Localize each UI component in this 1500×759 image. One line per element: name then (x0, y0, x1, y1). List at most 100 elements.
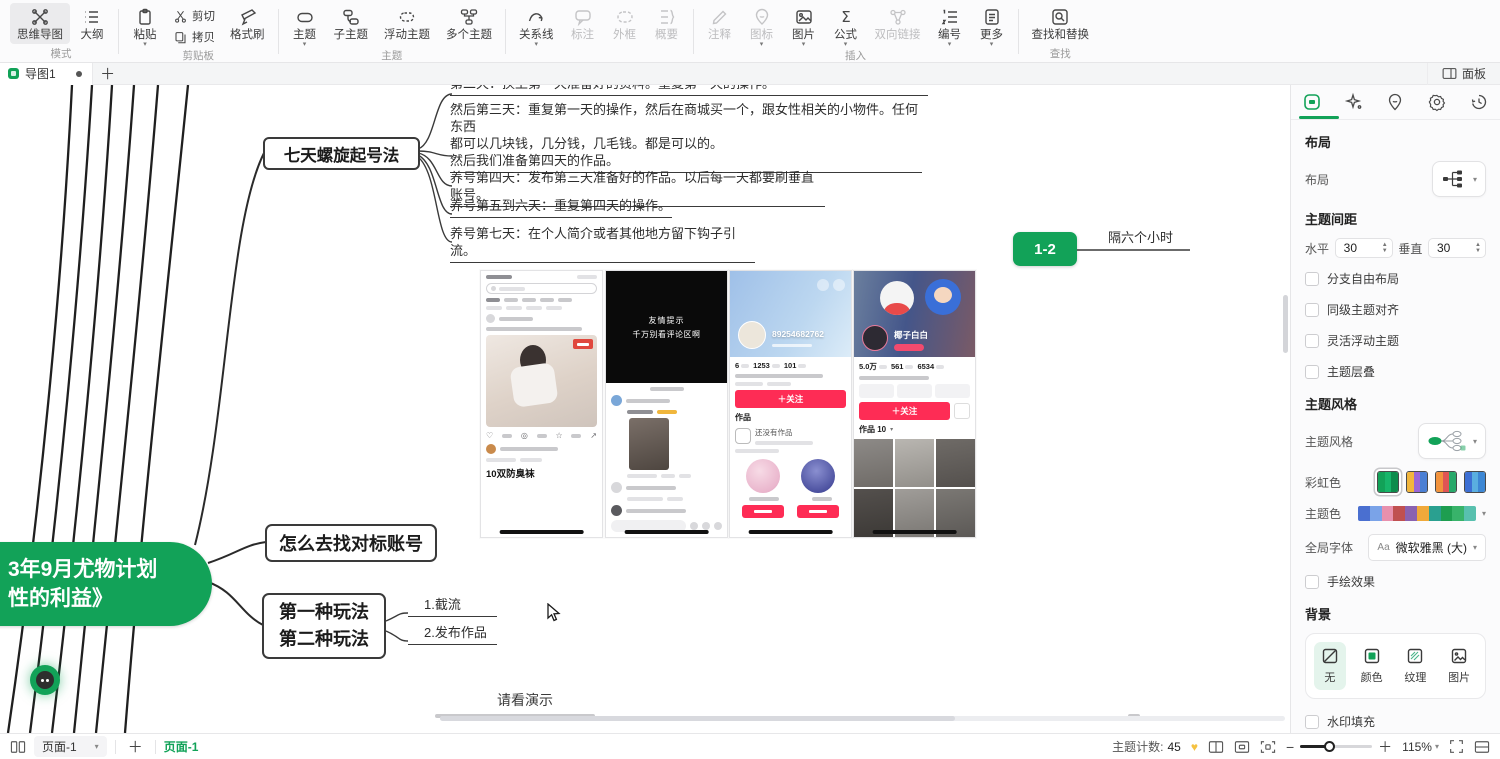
photo-thumbnail (486, 335, 597, 427)
checkbox-flexible-floating[interactable]: 灵活浮动主题 (1305, 332, 1486, 349)
canvas-horizontal-scrollbar[interactable] (440, 716, 1285, 721)
split-view-icon[interactable] (1474, 740, 1490, 754)
fit-map-icon[interactable] (1234, 740, 1250, 754)
mindmap-mode-button[interactable]: 思维导图 (10, 3, 70, 44)
zoom-slider-thumb[interactable] (1324, 741, 1335, 752)
panel-toggle-button[interactable]: 面板 (1427, 63, 1500, 85)
rainbow-color-label: 彩虹色 (1305, 474, 1341, 491)
tab-marker-pin[interactable] (1375, 85, 1417, 119)
new-tab-button[interactable]: ＋ (93, 63, 123, 84)
relation-line-button[interactable]: 关系线 ▾ (512, 3, 561, 50)
theme-color-strip[interactable] (1358, 506, 1476, 521)
pages-overview-icon[interactable] (10, 740, 26, 754)
page-layout-icon[interactable] (1208, 740, 1224, 754)
embedded-screenshot-search-page[interactable]: ♡ ◎ ☆ ↗ 10双防臭袜 (480, 270, 603, 538)
tab-ai[interactable] (1333, 85, 1375, 119)
central-topic-node[interactable]: 3年9月尤物计划 性的利益》 (0, 542, 212, 626)
formula-button[interactable]: Σ 公式 ▾ (826, 3, 866, 50)
tab-style[interactable] (1291, 85, 1333, 119)
tab-sticker[interactable] (1416, 85, 1458, 119)
global-font-dropdown[interactable]: Aa 微软雅黑 (大) ▾ (1368, 534, 1486, 561)
note-button[interactable]: 注释 (700, 3, 740, 44)
zoom-out-button[interactable]: − (1286, 742, 1294, 752)
topic-node-intercept[interactable]: 1.截流 (408, 596, 497, 617)
numbering-button[interactable]: 编号 ▾ (930, 3, 970, 50)
twoway-link-button[interactable]: 双向链接 (868, 3, 928, 44)
document-tab[interactable]: 导图1 (0, 63, 93, 85)
checkbox-icon (1305, 303, 1319, 317)
profile-header: 89254682762 (730, 271, 851, 357)
presenter-badge[interactable] (30, 665, 60, 695)
canvas-vertical-scrollbar[interactable] (1283, 295, 1288, 353)
rainbow-swatch-blue[interactable] (1464, 471, 1486, 493)
image-button[interactable]: 图片 ▾ (784, 3, 824, 50)
page-tab[interactable]: 页面-1 (164, 738, 199, 755)
outline-mode-button[interactable]: 大纲 (72, 3, 112, 44)
topic-node-play-methods[interactable]: 第一种玩法 第二种玩法 (262, 593, 386, 659)
rainbow-swatch-warm[interactable] (1435, 471, 1457, 493)
horizontal-spacing-stepper[interactable]: 30 ▲▼ (1335, 238, 1393, 258)
marker-button[interactable]: 图标 ▾ (742, 3, 782, 50)
mindmap-canvas[interactable]: 3年9月尤物计划 性的利益》 七天螺旋起号法 第二天：换上第一天准备好的资料。重… (0, 85, 1290, 733)
copy-button[interactable]: 拷贝 (167, 28, 221, 46)
callout-button[interactable]: 标注 (563, 3, 603, 44)
zoom-in-button[interactable]: ＋ (1378, 742, 1392, 752)
topic-button[interactable]: 主题 ▾ (285, 3, 325, 50)
topic-node-day5-6[interactable]: 养号第五到六天：重复第四天的操作。 (450, 197, 672, 218)
checkbox-handdrawn-effect[interactable]: 手绘效果 (1305, 573, 1486, 590)
profile-username: 89254682762 (772, 329, 824, 339)
checkbox-topic-overlap[interactable]: 主题层叠 (1305, 363, 1486, 380)
topic-node-day2[interactable]: 第二天：换上第一天准备好的资料。重复第一天的操作。 (450, 85, 928, 96)
center-map-icon[interactable] (1260, 740, 1276, 754)
find-replace-button[interactable]: 查找和替换 (1025, 3, 1097, 44)
comment-icon: ◎ (521, 431, 528, 440)
topic-node-day3[interactable]: 然后第三天：重复第一天的操作，然后在商城买一个，跟女性相关的小物件。任何东西 都… (450, 101, 922, 173)
rainbow-swatch-mixed[interactable] (1406, 471, 1428, 493)
topic-text: 怎么去找对标账号 (279, 530, 423, 556)
fullscreen-icon[interactable] (1449, 739, 1464, 754)
bg-option-color[interactable]: 颜色 (1354, 642, 1390, 690)
tab-history[interactable] (1458, 85, 1500, 119)
zoom-slider-track[interactable] (1300, 745, 1372, 748)
multi-topic-button[interactable]: 多个主题 (439, 3, 499, 44)
subtopic-button[interactable]: 子主题 (327, 3, 376, 44)
format-painter-button[interactable]: 格式刷 (223, 3, 272, 44)
checkbox-free-branch-layout[interactable]: 分支自由布局 (1305, 270, 1486, 287)
topic-node-find-benchmark[interactable]: 怎么去找对标账号 (265, 524, 437, 562)
embedded-screenshot-comments-page[interactable]: 友情提示 千万别看评论区啊 (605, 270, 728, 538)
summary-button[interactable]: 概要 (647, 3, 687, 44)
topic-node-day7[interactable]: 养号第七天：在个人简介或者其他地方留下钩子引流。 (450, 225, 755, 263)
topic-node-demo[interactable]: 请看演示 (497, 690, 553, 710)
embedded-screenshot-profile-page[interactable]: 89254682762 6 1253 101 ＋关注 作品 还没有作品 (729, 270, 852, 538)
add-page-button[interactable]: ＋ (124, 736, 147, 757)
topic-node-seven-day-method[interactable]: 七天螺旋起号法 (263, 137, 420, 170)
rainbow-swatch-green[interactable] (1377, 471, 1399, 493)
embedded-screenshot-profile-page2[interactable]: 椰子白白 5.0万 561 6534 ＋关注 作品 10▾ (853, 270, 976, 538)
bg-option-image[interactable]: 图片 (1441, 642, 1477, 690)
boundary-button[interactable]: 外框 (605, 3, 645, 44)
bg-option-none[interactable]: 无 (1314, 642, 1346, 690)
theme-style-dropdown[interactable]: ▾ (1418, 423, 1486, 459)
vertical-spacing-stepper[interactable]: 30 ▲▼ (1428, 238, 1486, 258)
stepper-arrows[interactable]: ▲▼ (1382, 242, 1388, 254)
stepper-arrows[interactable]: ▲▼ (1475, 242, 1481, 254)
topic-node-publish[interactable]: 2.发布作品 (408, 624, 497, 645)
topic-node-six-hours[interactable]: 隔六个小时 (1108, 229, 1173, 249)
page-select-dropdown[interactable]: 页面-1 ▾ (34, 736, 107, 757)
group-label-mode: 模式 (51, 48, 72, 62)
cut-button[interactable]: 剪切 (167, 7, 221, 25)
floating-topic-node[interactable]: 1-2 (1013, 232, 1077, 266)
checkbox-align-siblings[interactable]: 同级主题对齐 (1305, 301, 1486, 318)
paste-button[interactable]: 粘贴 ▾ (125, 3, 165, 50)
zoom-level-dropdown[interactable]: 115% ▾ (1402, 740, 1439, 754)
horizontal-scrollbar-thumb[interactable] (440, 716, 955, 721)
note-icon (710, 7, 730, 27)
numbering-dropdown-caret: ▾ (948, 42, 952, 48)
layout-dropdown[interactable]: ▾ (1432, 161, 1486, 197)
floating-topic-button[interactable]: 浮动主题 (377, 3, 437, 44)
empty-works-icon (735, 428, 751, 444)
bg-option-texture[interactable]: 纹理 (1397, 642, 1433, 690)
more-insert-button[interactable]: 更多 ▾ (972, 3, 1012, 50)
mindmap-application: 思维导图 大纲 模式 粘贴 ▾ 剪切 (0, 0, 1500, 759)
checkbox-watermark-fill[interactable]: 水印填充 (1305, 713, 1486, 730)
